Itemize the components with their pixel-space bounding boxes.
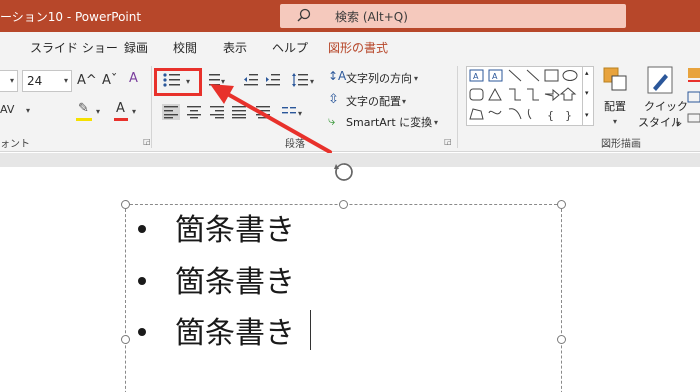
bullet-dot [138,276,146,285]
resize-handle-top[interactable] [339,200,348,209]
bullet-item[interactable]: 箇条書き [138,308,295,352]
bullet-item[interactable]: 箇条書き [138,257,295,301]
bullet-dot [138,327,146,336]
resize-handle-top-left[interactable] [121,200,130,209]
bullet-text: 箇条書き [175,316,295,351]
bullet-text: 箇条書き [175,213,295,248]
bullet-dot [138,224,146,233]
resize-handle-top-right[interactable] [557,200,566,209]
resize-handle-right[interactable] [557,335,566,344]
text-cursor [310,310,311,350]
bullet-text: 箇条書き [175,265,295,300]
resize-handle-left[interactable] [121,335,130,344]
rotate-icon[interactable] [333,161,355,183]
bullet-item[interactable]: 箇条書き [138,205,295,249]
